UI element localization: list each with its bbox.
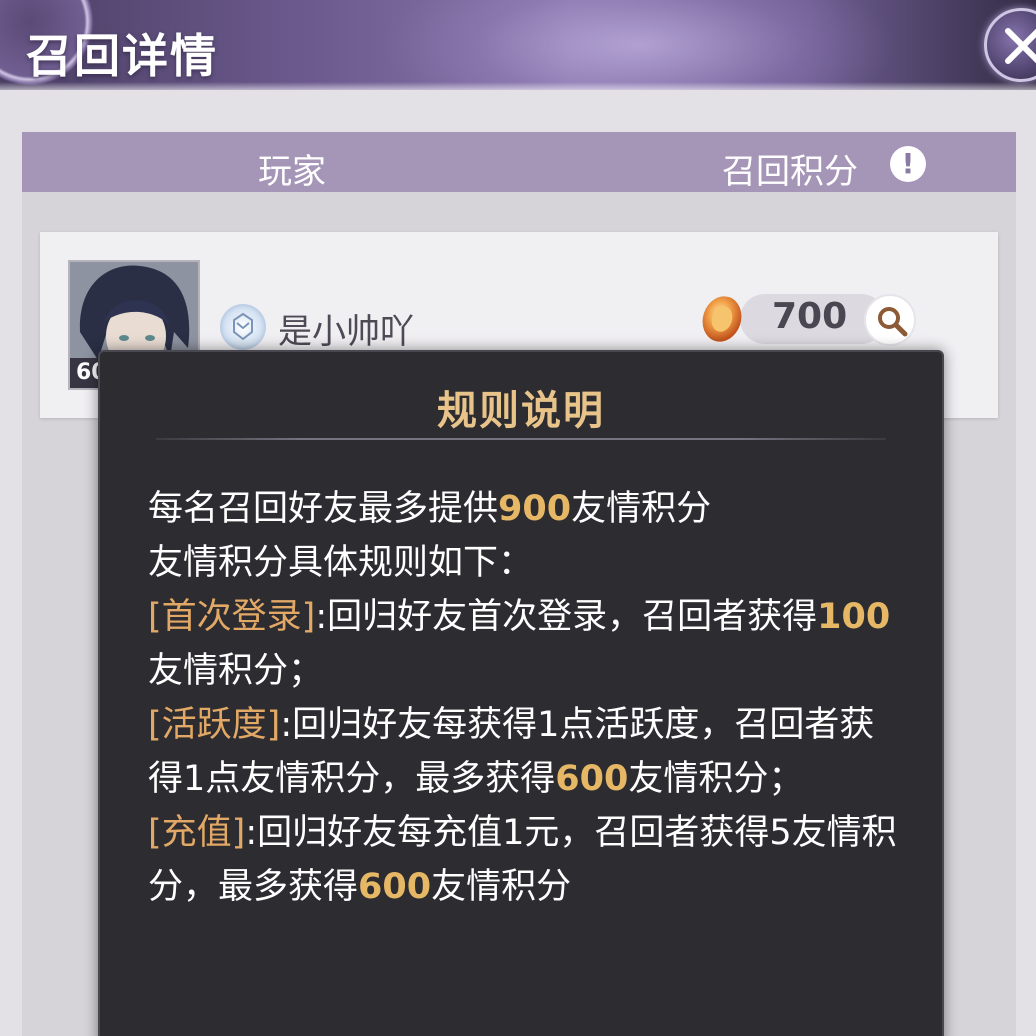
column-header-player: 玩家 <box>258 152 326 192</box>
info-icon[interactable]: ! <box>890 146 926 182</box>
close-icon <box>1005 28 1036 64</box>
rule-line-intro: 友情积分具体规则如下： <box>148 543 534 583</box>
rule-first-login: [首次登录]:回归好友首次登录，召回者获得100友情积分； <box>148 597 891 691</box>
coin-icon <box>700 294 744 344</box>
rule-line-limit: 每名召回好友最多提供900友情积分 <box>148 489 712 529</box>
rules-popup: 规则说明 每名召回好友最多提供900友情积分 友情积分具体规则如下： [首次登录… <box>98 350 944 1036</box>
search-button[interactable] <box>864 294 916 346</box>
page-title: 召回详情 <box>26 29 218 83</box>
search-icon <box>878 307 908 337</box>
rules-text: 每名召回好友最多提供900友情积分 友情积分具体规则如下： [首次登录]:回归好… <box>148 482 908 914</box>
table-header: 玩家 召回积分 ! <box>22 132 1016 192</box>
rank-badge-icon <box>220 304 266 350</box>
player-name: 是小帅吖 <box>278 312 414 352</box>
title-bar: 召回详情 <box>0 0 1036 90</box>
rule-recharge: [充值]:回归好友每充值1元，召回者获得5友情积分，最多获得600友情积分 <box>148 813 897 907</box>
rules-divider <box>156 438 886 440</box>
rules-title: 规则说明 <box>437 388 605 434</box>
rule-activity: [活跃度]:回归好友每获得1点活跃度，召回者获得1点友情积分，最多获得600友情… <box>148 705 875 799</box>
column-header-points: 召回积分 <box>722 152 858 192</box>
score-value: 700 <box>772 296 848 337</box>
